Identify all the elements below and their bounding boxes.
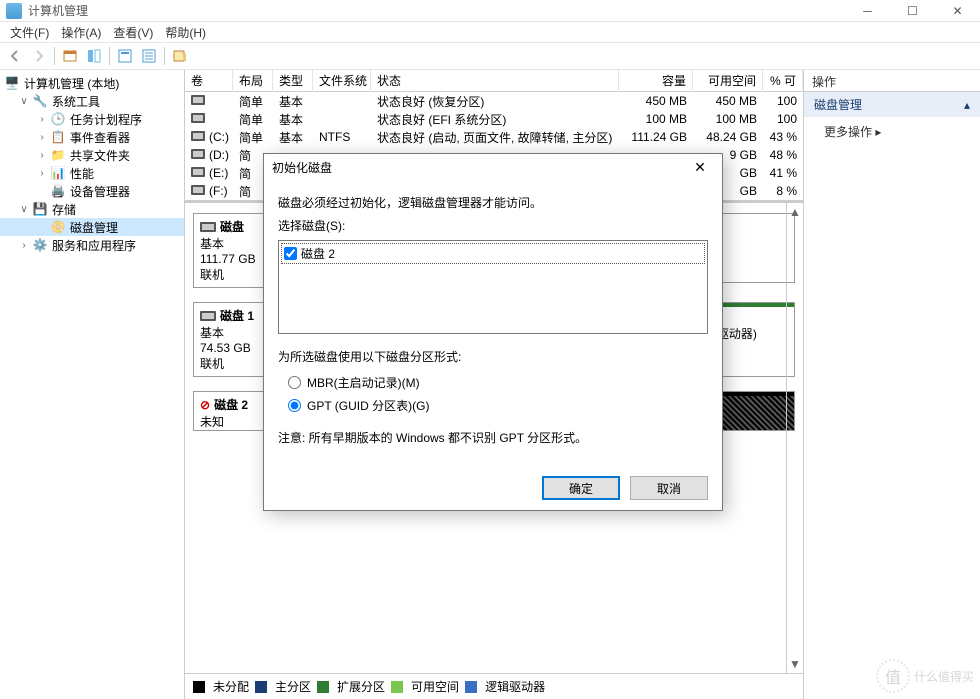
close-button[interactable]: ✕	[935, 0, 980, 22]
gpt-radio[interactable]	[288, 399, 301, 412]
disk-icon: 📀	[50, 219, 66, 235]
toolbar-btn-2[interactable]	[83, 45, 105, 67]
storage-icon: 💾	[32, 201, 48, 217]
radio-gpt[interactable]: GPT (GUID 分区表)(G)	[278, 394, 708, 417]
legend: 未分配 主分区 扩展分区 可用空间 逻辑驱动器	[185, 673, 803, 699]
disk-icon	[200, 222, 216, 232]
volume-icon	[191, 95, 205, 105]
refresh-button[interactable]	[114, 45, 136, 67]
disk-select-list[interactable]: 磁盘 2	[278, 240, 708, 334]
services-icon: ⚙️	[32, 237, 48, 253]
col-filesystem[interactable]: 文件系统	[313, 70, 371, 92]
maximize-button[interactable]: ☐	[890, 0, 935, 22]
toolbar-btn-4[interactable]	[138, 45, 160, 67]
tree-performance[interactable]: ›📊性能	[0, 164, 184, 182]
dialog-message: 磁盘必须经过初始化，逻辑磁盘管理器才能访问。	[278, 194, 708, 211]
back-button[interactable]	[4, 45, 26, 67]
radio-mbr[interactable]: MBR(主启动记录)(M)	[278, 371, 708, 394]
toolbar	[0, 42, 980, 70]
perf-icon: 📊	[50, 165, 66, 181]
ok-button[interactable]: 确定	[542, 476, 620, 500]
col-type[interactable]: 类型	[273, 70, 313, 92]
tree-system-tools[interactable]: ∨🔧系统工具	[0, 92, 184, 110]
device-icon: 🖨️	[50, 183, 66, 199]
mbr-radio[interactable]	[288, 376, 301, 389]
disk-checkbox[interactable]	[284, 247, 297, 260]
menu-action[interactable]: 操作(A)	[55, 22, 107, 43]
dialog-title: 初始化磁盘	[272, 159, 686, 176]
folder-share-icon: 📁	[50, 147, 66, 163]
titlebar: 计算机管理 ─ ☐ ✕	[0, 0, 980, 22]
volume-row[interactable]: (C:)简单基本NTFS状态良好 (启动, 页面文件, 故障转储, 主分区)11…	[185, 128, 803, 146]
col-percent[interactable]: % 可	[763, 70, 803, 92]
chevron-right-icon: ▸	[875, 125, 881, 139]
tree-root[interactable]: 🖥️计算机管理 (本地)	[0, 74, 184, 92]
actions-header: 操作	[804, 70, 980, 92]
event-icon: 📋	[50, 129, 66, 145]
menu-help[interactable]: 帮助(H)	[159, 22, 212, 43]
volume-icon	[191, 113, 205, 123]
window-title: 计算机管理	[28, 2, 845, 19]
navigation-tree: 🖥️计算机管理 (本地) ∨🔧系统工具 ›🕒任务计划程序 ›📋事件查看器 ›📁共…	[0, 70, 185, 699]
tree-shared-folders[interactable]: ›📁共享文件夹	[0, 146, 184, 164]
volume-icon	[191, 131, 205, 141]
partition-style-label: 为所选磁盘使用以下磁盘分区形式:	[278, 348, 708, 365]
wrench-icon: 🔧	[32, 93, 48, 109]
volume-row[interactable]: 简单基本状态良好 (EFI 系统分区)100 MB100 MB100	[185, 110, 803, 128]
col-free[interactable]: 可用空间	[693, 70, 763, 92]
minimize-button[interactable]: ─	[845, 0, 890, 22]
col-status[interactable]: 状态	[371, 70, 619, 92]
toolbar-btn-1[interactable]	[59, 45, 81, 67]
initialize-disk-dialog: 初始化磁盘 ✕ 磁盘必须经过初始化，逻辑磁盘管理器才能访问。 选择磁盘(S): …	[263, 153, 723, 511]
app-icon	[6, 3, 22, 19]
menu-file[interactable]: 文件(F)	[4, 22, 55, 43]
select-disk-label: 选择磁盘(S):	[278, 217, 708, 234]
menu-view[interactable]: 查看(V)	[107, 22, 159, 43]
volume-icon	[191, 185, 205, 195]
menubar: 文件(F) 操作(A) 查看(V) 帮助(H)	[0, 22, 980, 42]
chevron-up-icon: ▴	[964, 98, 970, 112]
disk-checkbox-item[interactable]: 磁盘 2	[281, 243, 705, 264]
actions-section[interactable]: 磁盘管理▴	[804, 92, 980, 117]
col-capacity[interactable]: 容量	[619, 70, 693, 92]
clock-icon: 🕒	[50, 111, 66, 127]
scrollbar[interactable]: ▲▼	[786, 203, 803, 673]
tree-services[interactable]: ›⚙️服务和应用程序	[0, 236, 184, 254]
tree-disk-management[interactable]: 📀磁盘管理	[0, 218, 184, 236]
tree-event-viewer[interactable]: ›📋事件查看器	[0, 128, 184, 146]
computer-icon: 🖥️	[4, 75, 20, 91]
dialog-close-button[interactable]: ✕	[686, 159, 714, 176]
more-actions[interactable]: 更多操作 ▸	[804, 117, 980, 146]
tree-storage[interactable]: ∨💾存储	[0, 200, 184, 218]
disk-icon	[200, 311, 216, 321]
volume-row[interactable]: 简单基本状态良好 (恢复分区)450 MB450 MB100	[185, 92, 803, 110]
cancel-button[interactable]: 取消	[630, 476, 708, 500]
volume-list-header: 卷 布局 类型 文件系统 状态 容量 可用空间 % 可	[185, 70, 803, 92]
tree-task-scheduler[interactable]: ›🕒任务计划程序	[0, 110, 184, 128]
dialog-note: 注意: 所有早期版本的 Windows 都不识别 GPT 分区形式。	[278, 429, 708, 446]
tree-device-manager[interactable]: 🖨️设备管理器	[0, 182, 184, 200]
col-volume[interactable]: 卷	[185, 70, 233, 92]
volume-icon	[191, 149, 205, 159]
actions-pane: 操作 磁盘管理▴ 更多操作 ▸	[803, 70, 980, 699]
volume-icon	[191, 167, 205, 177]
help-button[interactable]	[169, 45, 191, 67]
col-layout[interactable]: 布局	[233, 70, 273, 92]
forward-button[interactable]	[28, 45, 50, 67]
